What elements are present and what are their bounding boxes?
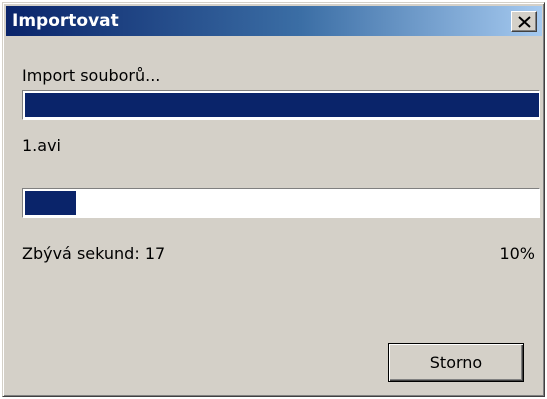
cancel-button[interactable]: Storno — [388, 343, 524, 382]
close-button[interactable] — [511, 11, 537, 32]
overall-progress-fill — [25, 93, 539, 117]
overall-progress-bar — [22, 90, 540, 120]
import-dialog: Importovat Import souborů... 1.avi Zbývá… — [2, 2, 545, 397]
remaining-time-text: Zbývá sekund: 17 — [22, 244, 166, 263]
overall-progress-label: Import souborů... — [22, 66, 161, 85]
window-title: Importovat — [12, 11, 119, 31]
file-progress-fill — [25, 191, 76, 215]
current-file-name: 1.avi — [22, 136, 61, 155]
title-bar[interactable]: Importovat — [6, 6, 542, 36]
file-progress-bar — [22, 188, 540, 218]
close-icon — [518, 16, 531, 28]
percent-text: 10% — [499, 244, 535, 263]
